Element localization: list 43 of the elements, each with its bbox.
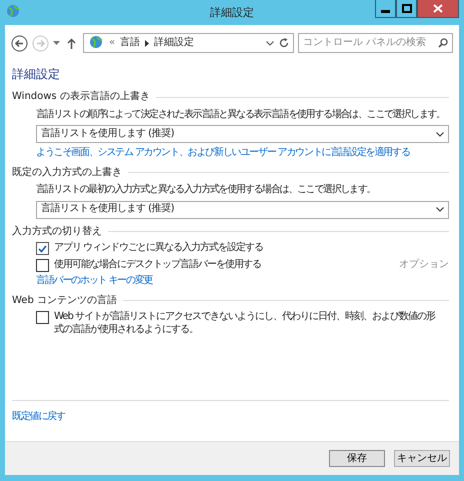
settings-link[interactable]: 言語バーのホット キーの変更 bbox=[36, 275, 152, 288]
search-field[interactable]: コントロール パネルの検索 bbox=[298, 33, 453, 53]
checkbox[interactable] bbox=[36, 242, 49, 255]
checkbox[interactable] bbox=[36, 259, 49, 272]
window-title: 詳細設定 bbox=[210, 6, 254, 20]
dropdown-caret-icon bbox=[436, 207, 444, 212]
description: 言語リストの順序によって決定された表示言語と異なる表示言語を使用する場合は、ここで選択します。 bbox=[36, 108, 446, 121]
breadcrumb-item[interactable]: 詳細設定 bbox=[154, 36, 194, 50]
minimize-button[interactable] bbox=[375, 0, 396, 18]
save-button[interactable]: 保存 bbox=[329, 450, 385, 467]
close-button[interactable] bbox=[417, 0, 459, 18]
chevron-icon bbox=[145, 40, 150, 46]
refresh-icon[interactable] bbox=[279, 38, 289, 48]
globe-icon bbox=[88, 35, 104, 51]
section-title: 入力方式の切り替え bbox=[12, 226, 102, 238]
search-icon bbox=[438, 38, 448, 48]
checkbox-label[interactable]: アプリ ウィンドウごとに異なる入力方式を設定する bbox=[54, 242, 264, 254]
checkbox[interactable] bbox=[36, 311, 49, 324]
dropdown-caret-icon[interactable] bbox=[266, 40, 274, 46]
dropdown-caret-icon[interactable] bbox=[53, 41, 60, 45]
up-arrow-icon[interactable] bbox=[67, 38, 76, 48]
cancel-button[interactable]: キャンセル bbox=[394, 450, 450, 467]
reset-link[interactable]: 既定値に戻す bbox=[12, 410, 65, 423]
breadcrumb-item[interactable]: 言語 bbox=[120, 36, 140, 50]
back-button[interactable] bbox=[11, 34, 28, 52]
option-label: オプション bbox=[399, 259, 449, 272]
address-bar[interactable]: « 言語 詳細設定 bbox=[83, 33, 294, 53]
dropdown-caret-icon bbox=[436, 132, 444, 136]
section-title: Windows の表示言語の上書き bbox=[12, 91, 150, 104]
breadcrumb-overflow[interactable]: « bbox=[109, 36, 116, 50]
language-dropdown[interactable]: 言語リストを使用します (推奨) bbox=[36, 125, 449, 143]
description: 言語リストの最初の入力方式と異なる入力方式を使用する場合は、ここで選択します。 bbox=[36, 184, 376, 196]
language-dropdown[interactable]: 言語リストを使用します (推奨) bbox=[36, 200, 449, 218]
globe-icon bbox=[5, 4, 21, 20]
section-title: Web コンテンツの言語 bbox=[12, 294, 117, 307]
close-icon bbox=[433, 4, 443, 13]
settings-link[interactable]: ようこそ画面、システム アカウント、および新しいユーザー アカウントに言語設定を適用する bbox=[36, 147, 410, 160]
maximize-icon bbox=[402, 4, 412, 13]
checkbox-label[interactable]: 使用可能な場合にデスクトップ言語バーを使用する bbox=[54, 259, 261, 272]
page-heading: 詳細設定 bbox=[12, 67, 61, 82]
maximize-button[interactable] bbox=[396, 0, 417, 18]
checkbox-label[interactable]: Web サイトが言語リストにアクセスできないようにし、代わりに日付、時刻、および数値の形式の言語が使用されるようにする。 bbox=[54, 311, 439, 336]
section-title: 既定の入力方式の上書き bbox=[12, 166, 122, 179]
